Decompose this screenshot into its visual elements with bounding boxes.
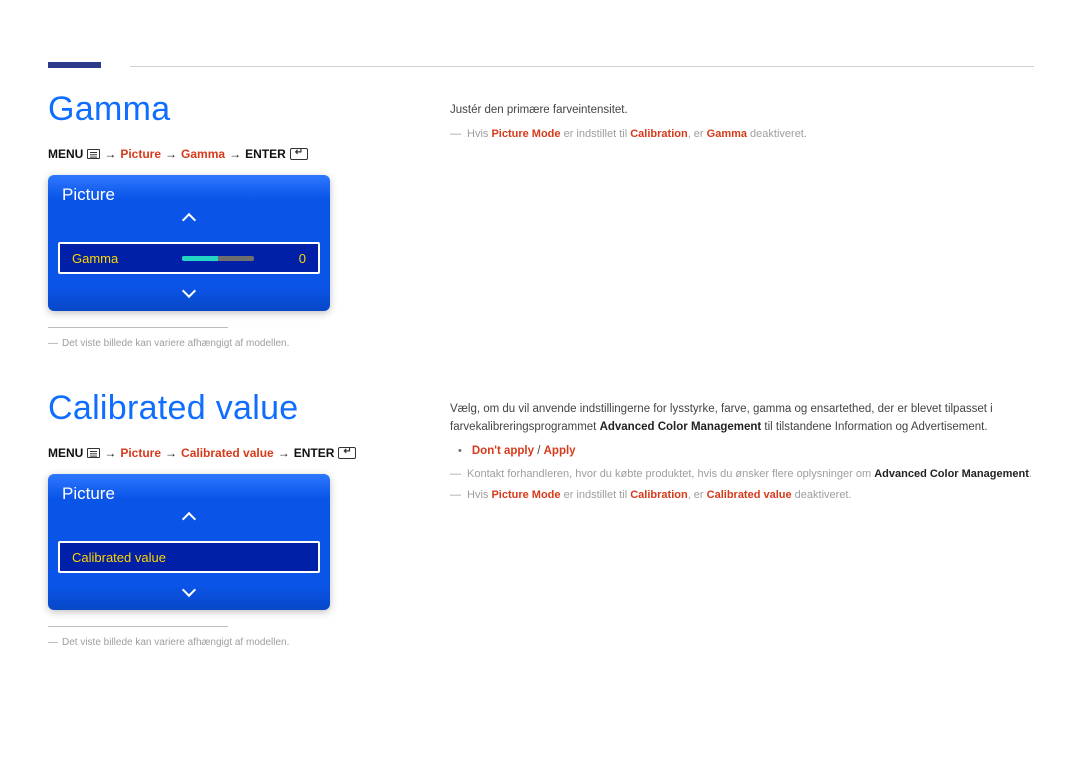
page-accent-bar [48, 62, 101, 68]
arrow-icon: → [165, 446, 177, 460]
breadcrumb-menu: MENU [48, 147, 83, 161]
gamma-description: Justér den primære farveintensitet. ― Hv… [450, 90, 1034, 349]
osd-value: 0 [286, 251, 306, 266]
calibrated-body-text: Vælg, om du vil anvende indstillingerne … [450, 401, 1034, 437]
dash-icon: ― [48, 637, 58, 648]
osd-header: Picture [48, 474, 330, 510]
dash-icon: ― [450, 487, 461, 504]
breadcrumb-picture: Picture [120, 147, 161, 161]
gamma-slider[interactable] [182, 256, 286, 261]
chevron-down-icon[interactable] [182, 284, 196, 298]
note-text: Det viste billede kan variere afhængigt … [62, 637, 289, 648]
section-title-calibrated: Calibrated value [48, 389, 360, 428]
footnote-text: Hvis Picture Mode er indstillet til Cali… [467, 126, 807, 143]
arrow-icon: → [165, 147, 177, 161]
menu-icon [87, 448, 100, 458]
osd-row-calibrated[interactable]: Calibrated value [58, 541, 320, 573]
section-calibrated: Calibrated value MENU → Picture → Calibr… [48, 389, 1034, 648]
osd-panel-gamma: Picture Gamma 0 [48, 175, 330, 311]
option-line: • Don't apply / Apply [458, 443, 1034, 461]
section-gamma: Gamma MENU → Picture → Gamma → ENTER Pic… [48, 90, 1034, 349]
gamma-footnote: ― Hvis Picture Mode er indstillet til Ca… [450, 126, 1034, 143]
arrow-icon: → [229, 147, 241, 161]
arrow-icon: → [104, 147, 116, 161]
enter-icon [338, 447, 356, 459]
footnote-text: Hvis Picture Mode er indstillet til Cali… [467, 487, 852, 504]
breadcrumb-menu: MENU [48, 446, 83, 460]
footnote-text: Kontakt forhandleren, hvor du købte prod… [467, 466, 1032, 483]
arrow-icon: → [278, 446, 290, 460]
note-rule [48, 626, 228, 627]
osd-row-label: Calibrated value [72, 550, 182, 565]
breadcrumb-enter: ENTER [245, 147, 286, 161]
gamma-body-text: Justér den primære farveintensitet. [450, 102, 1034, 120]
breadcrumb-gamma: MENU → Picture → Gamma → ENTER [48, 147, 360, 161]
page-top-rule [130, 66, 1034, 67]
dash-icon: ― [48, 338, 58, 349]
arrow-icon: → [104, 446, 116, 460]
breadcrumb-item: Calibrated value [181, 446, 274, 460]
note-text: Det viste billede kan variere afhængigt … [62, 338, 289, 349]
osd-row-gamma[interactable]: Gamma 0 [58, 242, 320, 274]
chevron-up-icon[interactable] [182, 213, 196, 227]
chevron-down-icon[interactable] [182, 583, 196, 597]
bullet-icon: • [458, 443, 462, 461]
osd-header: Picture [48, 175, 330, 211]
note-calibrated: ― Det viste billede kan variere afhængigt… [48, 637, 360, 648]
breadcrumb-calibrated: MENU → Picture → Calibrated value → ENTE… [48, 446, 360, 460]
breadcrumb-picture: Picture [120, 446, 161, 460]
osd-panel-calibrated: Picture Calibrated value [48, 474, 330, 610]
osd-row-label: Gamma [72, 251, 182, 266]
calibrated-footnote-1: ― Kontakt forhandleren, hvor du købte pr… [450, 466, 1034, 483]
dash-icon: ― [450, 126, 461, 143]
note-rule [48, 327, 228, 328]
calibrated-footnote-2: ― Hvis Picture Mode er indstillet til Ca… [450, 487, 1034, 504]
note-gamma: ― Det viste billede kan variere afhængigt… [48, 338, 360, 349]
calibrated-description: Vælg, om du vil anvende indstillingerne … [450, 389, 1034, 648]
enter-icon [290, 148, 308, 160]
slider-fill [182, 256, 218, 261]
dash-icon: ― [450, 466, 461, 483]
slider-track [182, 256, 254, 261]
menu-icon [87, 149, 100, 159]
option-values: Don't apply / Apply [472, 443, 576, 461]
breadcrumb-enter: ENTER [294, 446, 335, 460]
chevron-up-icon[interactable] [182, 512, 196, 526]
breadcrumb-item: Gamma [181, 147, 225, 161]
section-title-gamma: Gamma [48, 90, 360, 129]
